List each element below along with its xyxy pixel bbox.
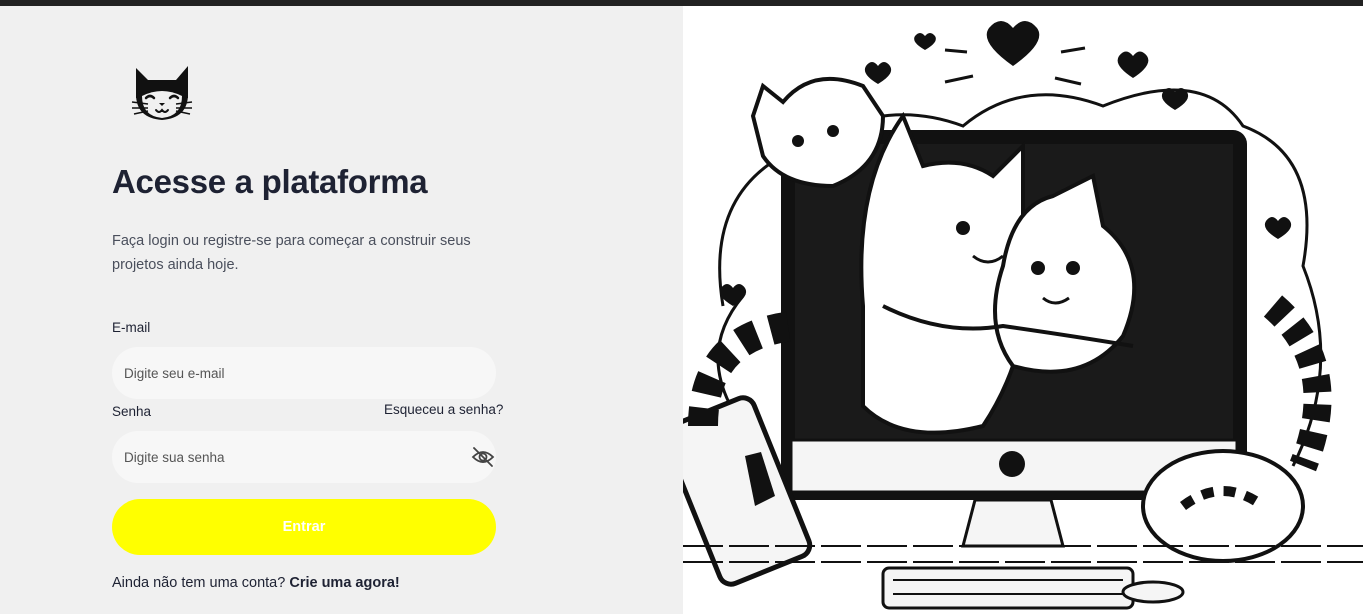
illustration-graphic [683, 21, 1363, 610]
page-title: Acesse a plataforma [112, 163, 428, 200]
page-subtitle: Faça login ou registre-se para começar a… [112, 233, 471, 273]
login-button[interactable]: Entrar [112, 499, 496, 555]
password-label: Senha [112, 404, 152, 419]
signup-link[interactable]: Crie uma agora! [289, 575, 399, 591]
signup-prompt-text: Ainda não tem uma conta? [112, 575, 286, 591]
signup-prompt: Ainda não tem uma conta? Crie uma agora! [112, 575, 400, 591]
password-field[interactable] [112, 431, 496, 483]
cat-face-icon [131, 66, 193, 120]
cats-hugging-computer-illustration [683, 6, 1363, 614]
email-field[interactable] [112, 347, 496, 399]
eye-off-icon[interactable] [471, 446, 495, 468]
email-label: E-mail [112, 320, 151, 335]
forgot-password-link[interactable]: Esqueceu a senha? [384, 402, 503, 417]
